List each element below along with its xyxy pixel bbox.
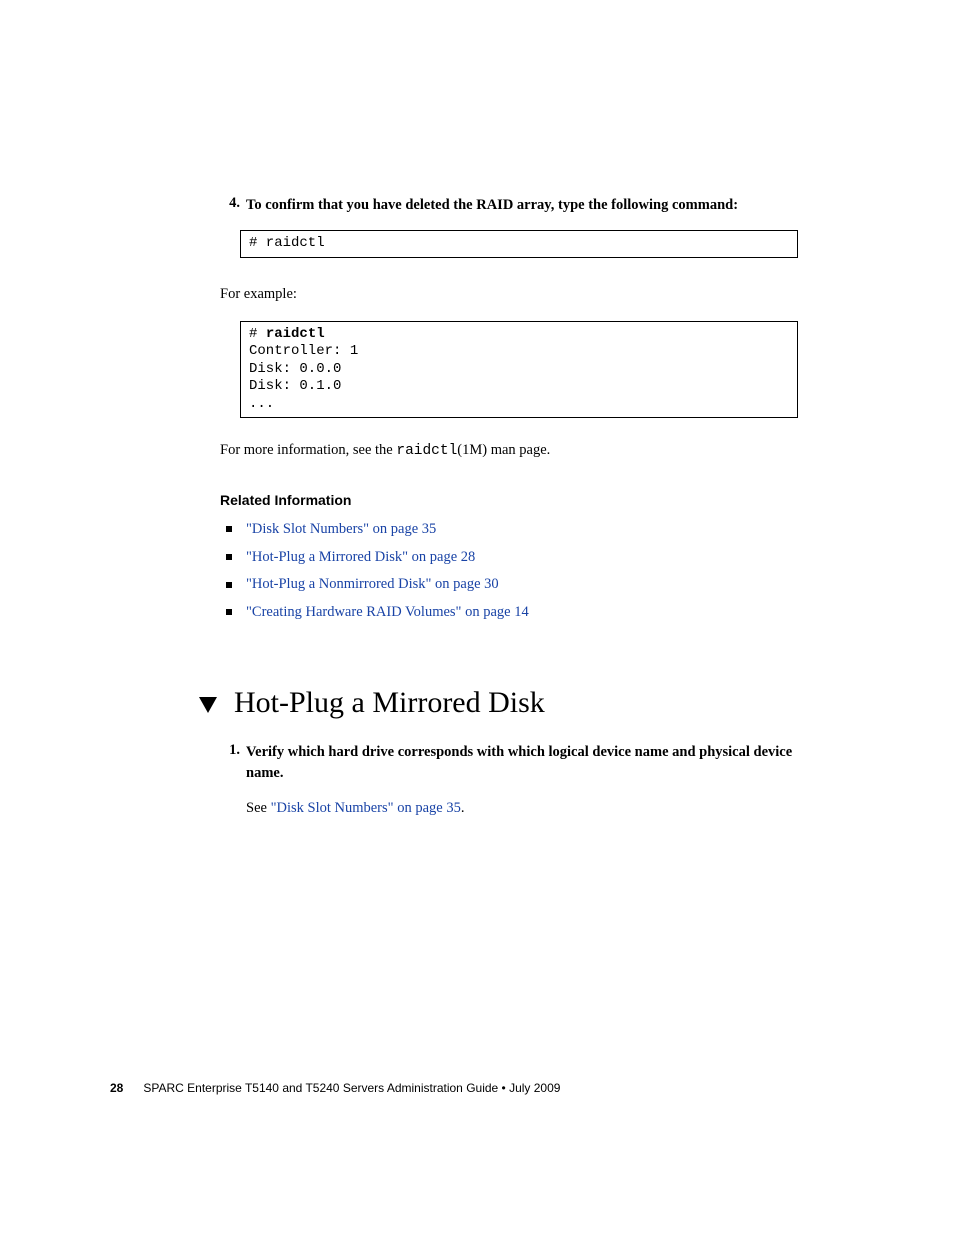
raidctl-cmd-ref: raidctl [396,443,457,459]
code-output-body: Controller: 1 Disk: 0.0.0 Disk: 0.1.0 ..… [249,343,358,412]
for-example-text: For example: [220,284,798,305]
xref-link[interactable]: "Creating Hardware RAID Volumes" on page… [246,604,529,620]
section-heading-row: Hot-Plug a Mirrored Disk [198,686,798,720]
code-command-bold: raidctl [266,326,325,342]
footer-title: SPARC Enterprise T5140 and T5240 Servers… [143,1081,560,1095]
see-text: See "Disk Slot Numbers" on page 35. [246,798,798,819]
section-title: Hot-Plug a Mirrored Disk [234,686,545,720]
xref-link[interactable]: "Hot-Plug a Mirrored Disk" on page 28 [246,549,475,565]
step-4-number: 4. [220,195,240,216]
list-item: "Disk Slot Numbers" on page 35 [220,516,798,544]
step-1-text: Verify which hard drive corresponds with… [246,742,798,784]
more-info-text: For more information, see the raidctl(1M… [220,440,798,462]
code-prompt: # [249,326,266,342]
xref-link[interactable]: "Disk Slot Numbers" on page 35 [246,521,436,537]
related-links-list: "Disk Slot Numbers" on page 35 "Hot-Plug… [220,516,798,626]
xref-link[interactable]: "Disk Slot Numbers" on page 35 [271,800,461,816]
step-1: 1. Verify which hard drive corresponds w… [220,742,798,784]
list-item: "Hot-Plug a Mirrored Disk" on page 28 [220,544,798,572]
triangle-down-icon [198,692,218,717]
page-number: 28 [110,1081,123,1095]
page-footer: 28 SPARC Enterprise T5140 and T5240 Serv… [110,1081,800,1095]
code-block-command: # raidctl [240,230,798,258]
step-4-text: To confirm that you have deleted the RAI… [246,195,738,216]
related-information-heading: Related Information [220,492,798,508]
step-1-number: 1. [220,742,240,784]
list-item: "Creating Hardware RAID Volumes" on page… [220,599,798,627]
step-4: 4. To confirm that you have deleted the … [220,195,798,216]
code-block-output: # raidctl Controller: 1 Disk: 0.0.0 Disk… [240,321,798,419]
xref-link[interactable]: "Hot-Plug a Nonmirrored Disk" on page 30 [246,576,499,592]
list-item: "Hot-Plug a Nonmirrored Disk" on page 30 [220,571,798,599]
